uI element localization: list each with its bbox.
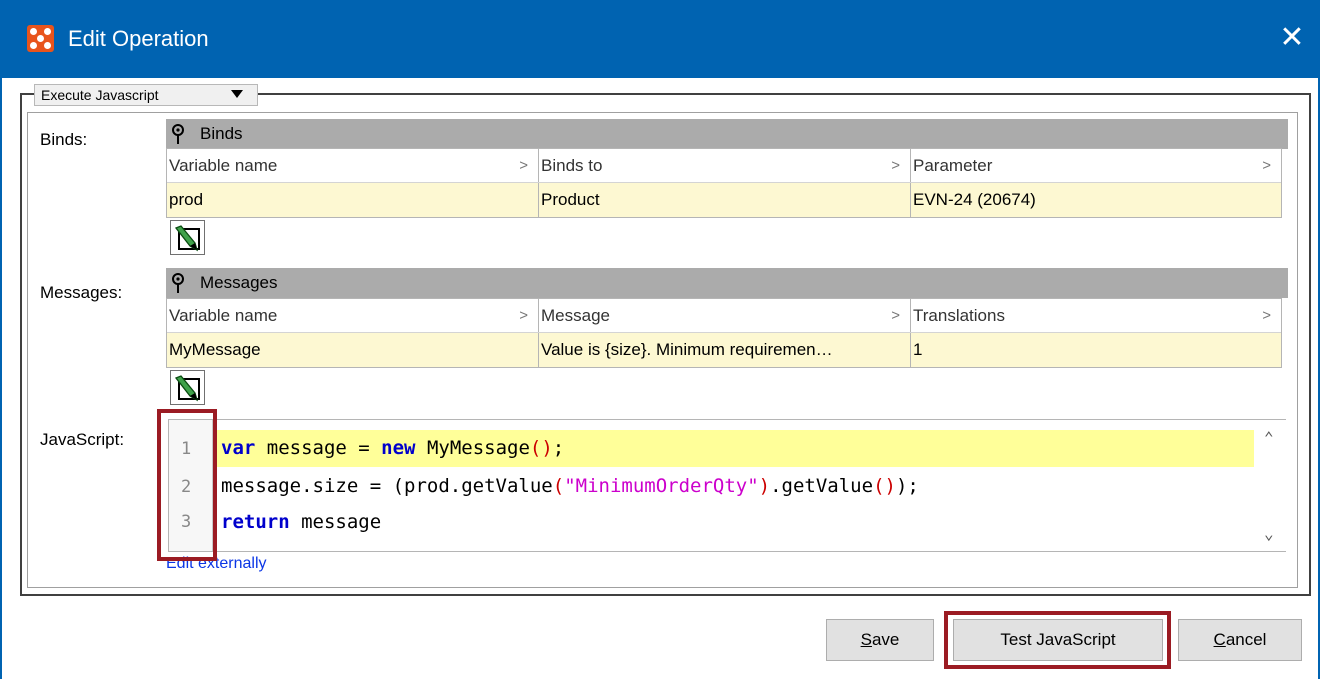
column-header-parameter[interactable]: Parameter >: [911, 149, 1281, 182]
code-line[interactable]: message.size = (prod.getValue("MinimumOr…: [221, 475, 919, 497]
code-line[interactable]: return message: [221, 511, 381, 533]
messages-header-title: Messages: [200, 273, 278, 292]
messages-label: Messages:: [40, 283, 123, 302]
window-title: Edit Operation: [68, 26, 209, 51]
edit-binds-button[interactable]: [170, 220, 205, 255]
column-header-variable-name[interactable]: Variable name >: [167, 149, 539, 182]
column-header-variable-name[interactable]: Variable name >: [167, 299, 539, 332]
messages-section-header: Messages: [166, 268, 1288, 298]
title-bar: Edit Operation ✕: [0, 0, 1320, 78]
messages-table: Variable name > Message > Translations > My…: [166, 298, 1282, 368]
operation-type-dropdown[interactable]: Execute Javascript: [34, 84, 258, 106]
column-header-binds-to[interactable]: Binds to >: [539, 149, 911, 182]
edit-messages-button[interactable]: [170, 370, 205, 405]
save-button[interactable]: Save: [826, 619, 934, 661]
pencil-edit-icon: [174, 225, 200, 252]
table-row[interactable]: prod Product EVN-24 (20674): [167, 183, 1281, 217]
chevron-right-icon: >: [519, 157, 528, 174]
javascript-editor[interactable]: 1 2 3 var message = new MyMessage(); mes…: [168, 419, 1286, 552]
binds-label: Binds:: [40, 130, 88, 149]
scroll-down-icon[interactable]: ⌄: [1264, 524, 1274, 543]
chevron-right-icon: >: [891, 157, 900, 174]
close-icon[interactable]: ✕: [1270, 18, 1314, 58]
app-icon: [27, 25, 54, 52]
line-numbers-highlight-box: [157, 409, 217, 561]
table-cell[interactable]: Value is {size}. Minimum requiremen…: [539, 333, 911, 367]
table-cell[interactable]: MyMessage: [167, 333, 539, 367]
chevron-right-icon: >: [891, 307, 900, 324]
code-line[interactable]: var message = new MyMessage();: [221, 437, 564, 459]
chevron-right-icon: >: [1262, 157, 1271, 174]
operation-type-value: Execute Javascript: [41, 87, 159, 103]
window-border-left: [0, 78, 2, 679]
messages-table-header: Variable name > Message > Translations >: [167, 299, 1281, 333]
binds-table: Variable name > Binds to > Parameter > prod…: [166, 148, 1282, 218]
editor-scrollbar[interactable]: ⌃ ⌄: [1256, 420, 1286, 551]
column-header-message[interactable]: Message >: [539, 299, 911, 332]
pin-icon[interactable]: [166, 271, 190, 295]
binds-table-header: Variable name > Binds to > Parameter >: [167, 149, 1281, 183]
pencil-edit-icon: [174, 375, 200, 402]
table-cell[interactable]: prod: [167, 183, 539, 217]
javascript-label: JavaScript:: [40, 430, 125, 449]
test-button-highlight-box: [944, 611, 1171, 669]
table-cell[interactable]: 1: [911, 333, 1281, 367]
table-cell[interactable]: Product: [539, 183, 911, 217]
table-row[interactable]: MyMessage Value is {size}. Minimum requi…: [167, 333, 1281, 367]
chevron-right-icon: >: [519, 307, 528, 324]
binds-header-title: Binds: [200, 124, 243, 143]
binds-section-header: Binds: [166, 119, 1288, 149]
dropdown-arrow-icon: [231, 90, 243, 98]
cancel-button[interactable]: Cancel: [1178, 619, 1302, 661]
column-header-translations[interactable]: Translations >: [911, 299, 1281, 332]
scroll-up-icon[interactable]: ⌃: [1264, 428, 1274, 447]
pin-icon[interactable]: [166, 122, 190, 146]
table-cell[interactable]: EVN-24 (20674): [911, 183, 1281, 217]
chevron-right-icon: >: [1262, 307, 1271, 324]
